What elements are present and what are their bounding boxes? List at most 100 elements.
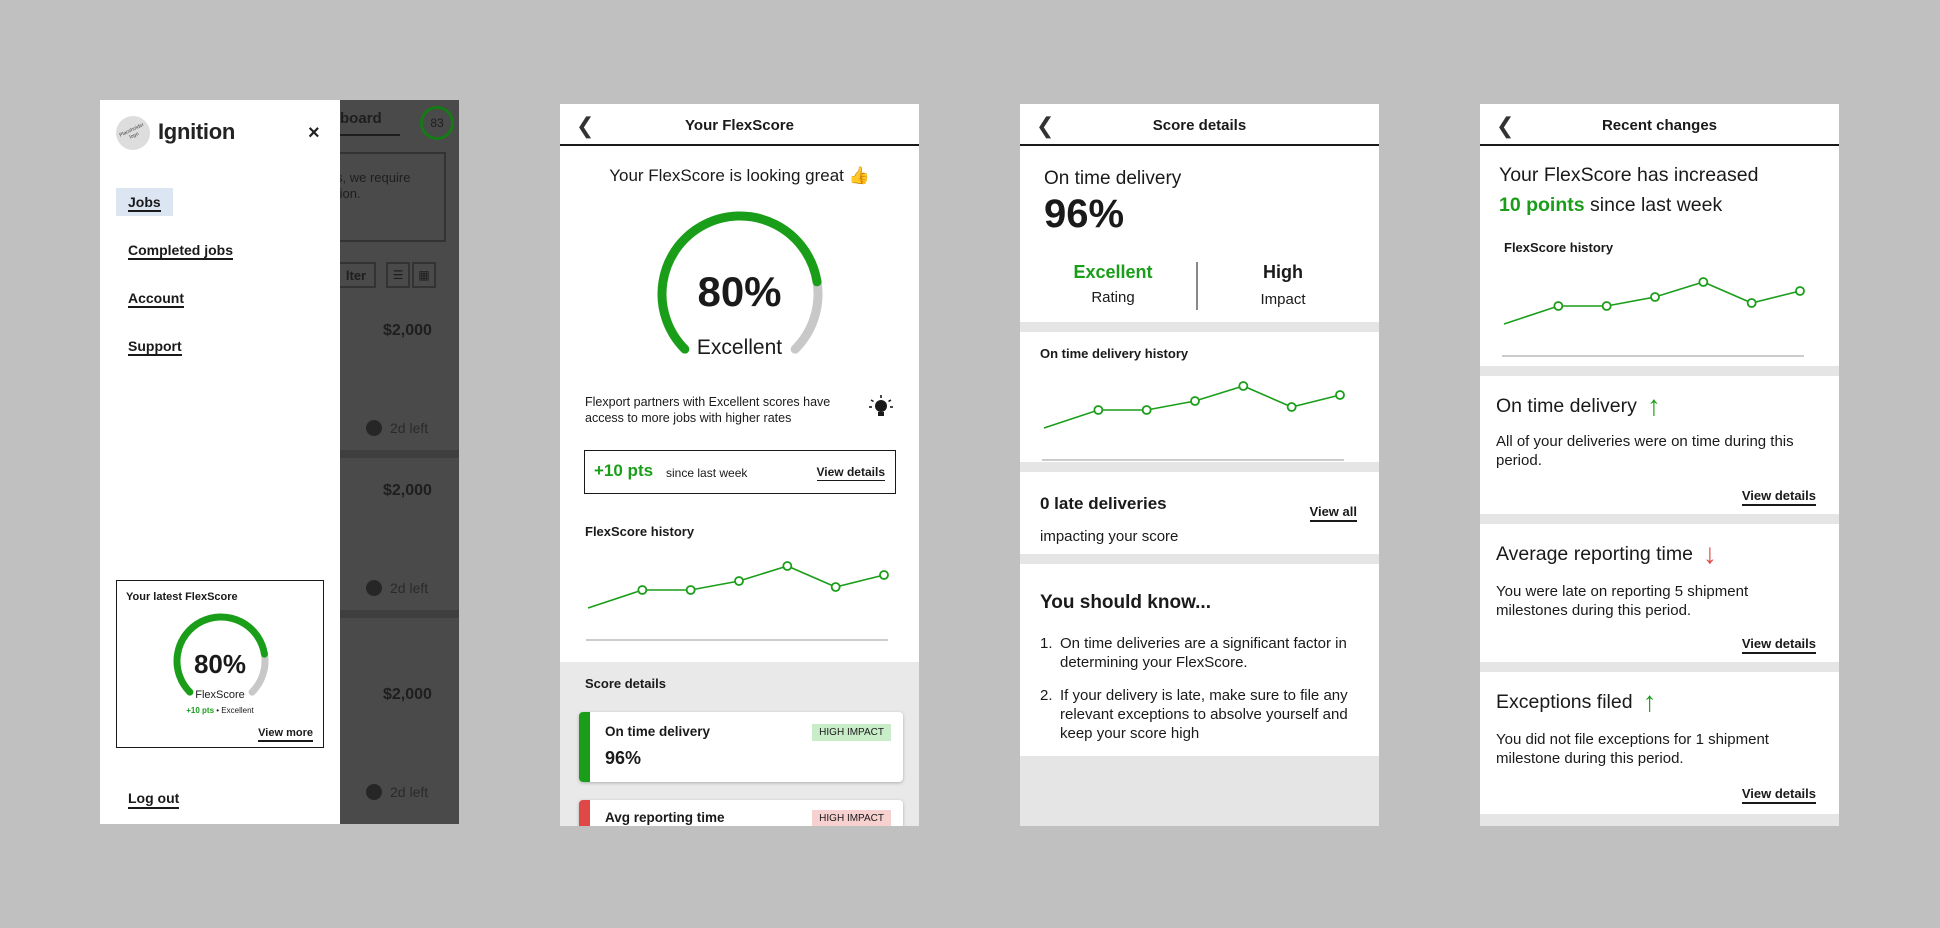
late-deliveries-subtitle: impacting your score (1040, 528, 1179, 545)
change-title: Exceptions filed ↑ (1496, 686, 1657, 717)
header: ❮ Your FlexScore (560, 104, 919, 146)
tips-list: 1. On time deliveries are a significant f… (1040, 634, 1360, 757)
time-left: 2d left (366, 580, 428, 596)
data-point (830, 582, 841, 592)
view-more-link[interactable]: View more (258, 727, 313, 742)
impact-label: Impact (1260, 291, 1306, 308)
data-point (637, 585, 648, 595)
impact-badge: HIGH IMPACT (812, 810, 891, 826)
status-bar (579, 800, 590, 826)
points-change: +10 pts (594, 461, 654, 480)
detail-card-on-time-delivery[interactable]: On time delivery 96% HIGH IMPACT (579, 712, 903, 782)
impact-badge: HIGH IMPACT (812, 724, 891, 741)
view-details-link[interactable]: View details (1741, 488, 1816, 506)
divider (340, 450, 459, 458)
data-point (1698, 277, 1709, 287)
data-point (1190, 396, 1200, 406)
nav-item-jobs[interactable]: Jobs (116, 188, 173, 216)
list-view-icon: ☰ (386, 262, 410, 288)
filter-button: lter (336, 262, 376, 288)
dashboard-tab-underline (340, 134, 400, 136)
tip-text: Flexport partners with Excellent scores … (585, 395, 831, 425)
headline: Your FlexScore is looking great 👍 (609, 166, 870, 185)
data-point (1335, 390, 1345, 400)
brand-name: Ignition (158, 119, 236, 144)
nav-item-completed-jobs[interactable]: Completed jobs (128, 242, 234, 260)
menu-screen: board 83 s, we require tion. lter ☰ ▦ $2… (100, 100, 459, 824)
status-bar (579, 712, 590, 782)
change-title: Average reporting time ↓ (1496, 538, 1717, 569)
dashboard-background: board 83 s, we require tion. lter ☰ ▦ $2… (334, 100, 459, 824)
job-price: $2,000 (383, 482, 432, 499)
nav-item-account[interactable]: Account (128, 290, 184, 308)
page-title: Recent changes (1601, 117, 1718, 134)
history-title: On time delivery history (1040, 346, 1189, 361)
clock-icon (366, 420, 382, 436)
metric-title: On time delivery (1044, 168, 1182, 189)
data-point (782, 561, 793, 571)
change-description: You did not file exceptions for 1 shipme… (1496, 731, 1769, 767)
arrow-down-icon: ↓ (1702, 538, 1717, 569)
detail-title: On time delivery (605, 724, 711, 739)
increase-summary: Your FlexScore has increased 10 points s… (1499, 164, 1759, 216)
close-icon[interactable]: × (308, 122, 320, 145)
data-point (1238, 381, 1249, 391)
score-label: FlexScore (195, 689, 245, 701)
view-details-link[interactable]: View details (1741, 786, 1816, 804)
flexscore-screen: ❮ Your FlexScore Your FlexScore is looki… (560, 104, 919, 826)
detail-title: Avg reporting time (605, 810, 725, 825)
score-percent: 80% (193, 649, 247, 679)
job-price: $2,000 (383, 322, 432, 339)
view-details-link[interactable]: View details (816, 465, 885, 481)
arrow-up-icon: ↑ (1646, 390, 1661, 421)
divider (340, 610, 459, 618)
change-description: You were late on reporting 5 shipment mi… (1496, 583, 1749, 619)
history-title: FlexScore history (1504, 240, 1614, 255)
score-details-title: Score details (585, 676, 666, 691)
calendar-view-icon: ▦ (412, 262, 436, 288)
data-point (685, 585, 696, 595)
page-title: Score details (1152, 117, 1247, 134)
data-point (1093, 405, 1104, 415)
change-description: All of your deliveries were on time duri… (1496, 433, 1794, 469)
dashboard-title: board (340, 110, 382, 127)
on-time-delivery-history-chart (1042, 381, 1345, 461)
detail-card-avg-reporting-time[interactable]: Avg reporting time HIGH IMPACT (579, 800, 903, 826)
score-details-screen: ❮ Score details On time delivery 96% Exc… (1020, 104, 1379, 826)
flexscore-history-chart (586, 561, 889, 641)
lightbulb-icon (869, 395, 893, 416)
latest-flexscore-card: Your latest FlexScore 80% FlexScore +10 … (116, 580, 324, 748)
data-point (879, 570, 889, 580)
data-point (1795, 286, 1805, 296)
divider (1196, 262, 1198, 310)
data-point (734, 576, 744, 586)
recent-changes-screen: ❮ Recent changes Your FlexScore has incr… (1480, 104, 1839, 826)
arrow-up-icon: ↑ (1642, 686, 1657, 717)
data-point (1286, 402, 1297, 412)
points-change-box: +10 pts since last week View details (584, 450, 896, 494)
list-item: 1. On time deliveries are a significant f… (1040, 635, 1347, 671)
list-item: 2. If your delivery is late, make sure to… (1040, 687, 1348, 742)
rating-label: Rating (1091, 289, 1135, 306)
late-deliveries-title: 0 late deliveries (1040, 494, 1167, 513)
nav-item-support[interactable]: Support (128, 338, 182, 356)
card-title: Your latest FlexScore (126, 591, 238, 603)
logout-link[interactable]: Log out (128, 790, 180, 809)
data-point (1553, 301, 1564, 311)
data-point (1601, 301, 1612, 311)
rating-block: Excellent Rating (1060, 262, 1166, 306)
nav-drawer: Placeholder logo Ignition × Jobs Complet… (100, 100, 340, 824)
score-badge: 83 (420, 106, 454, 140)
detail-value: 96% (605, 748, 642, 768)
impact-value: High (1263, 262, 1303, 282)
time-left: 2d left (366, 784, 428, 800)
view-details-link[interactable]: View details (1741, 636, 1816, 654)
data-point (1650, 292, 1660, 302)
score-rating: Excellent (696, 336, 783, 359)
view-all-link[interactable]: View all (1309, 504, 1357, 522)
time-left: 2d left (366, 420, 428, 436)
impact-block: High Impact (1230, 262, 1336, 308)
flexscore-history-chart (1502, 277, 1805, 357)
clock-icon (366, 580, 382, 596)
job-price: $2,000 (383, 686, 432, 703)
